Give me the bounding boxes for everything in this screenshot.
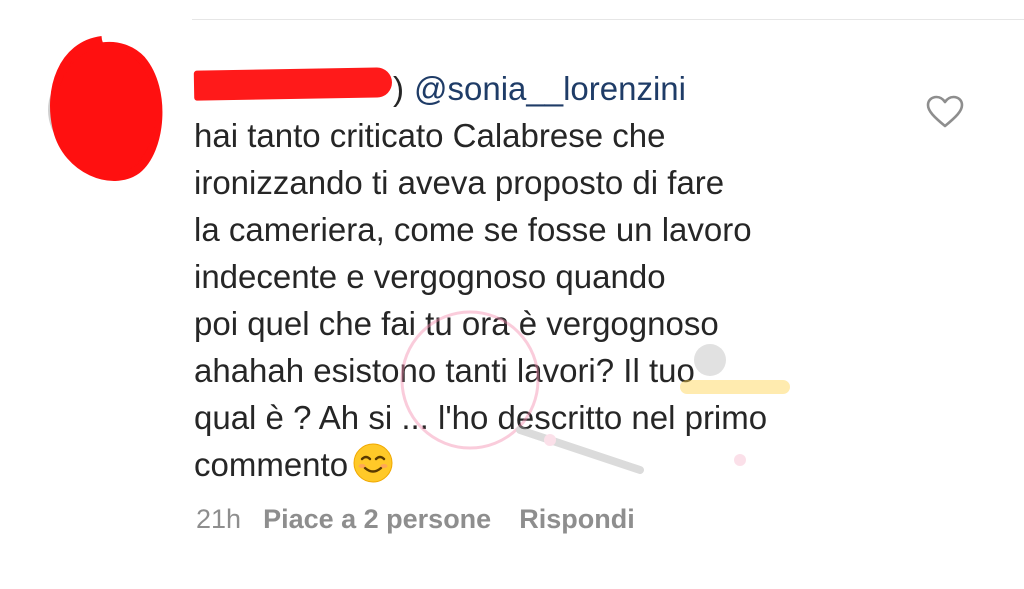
comment-line: qual è ? Ah si ... l'ho descritto nel pr…: [194, 399, 768, 436]
author-paren: ): [393, 70, 404, 107]
heart-icon[interactable]: [926, 95, 964, 129]
comment-line: hai tanto criticato Calabrese che: [194, 117, 666, 154]
comment-line-text: commento: [194, 446, 349, 483]
smiling-face-emoji: [353, 443, 393, 483]
comment-line: indecente e vergognoso quando: [194, 258, 666, 295]
mention-link[interactable]: @sonia__lorenzini: [414, 70, 686, 107]
likes-link[interactable]: Piace a 2 persone: [263, 504, 491, 534]
comment-line: poi quel che fai tu ora è vergognoso: [194, 305, 719, 342]
reply-button[interactable]: Rispondi: [519, 504, 635, 534]
comment-block: ) @sonia__lorenzini hai tanto criticato C…: [193, 65, 914, 488]
comment-line: ahahah esistono tanti lavori? Il tuo: [194, 352, 695, 389]
username-redaction: [193, 67, 393, 101]
comment-line: ironizzando ti aveva proposto di fare: [194, 164, 725, 201]
avatar-redaction-scribble: [50, 36, 163, 181]
comment-meta: 21h Piace a 2 persone Rispondi: [196, 504, 635, 535]
comment-line: la cameriera, come se fosse un lavoro: [194, 211, 752, 248]
divider: [192, 19, 1024, 20]
timestamp: 21h: [196, 504, 242, 534]
comment-screen: ) @sonia__lorenzini hai tanto criticato C…: [0, 0, 1024, 589]
author-line: ) @sonia__lorenzini: [193, 65, 914, 112]
comment-line-last: commento: [194, 441, 914, 488]
